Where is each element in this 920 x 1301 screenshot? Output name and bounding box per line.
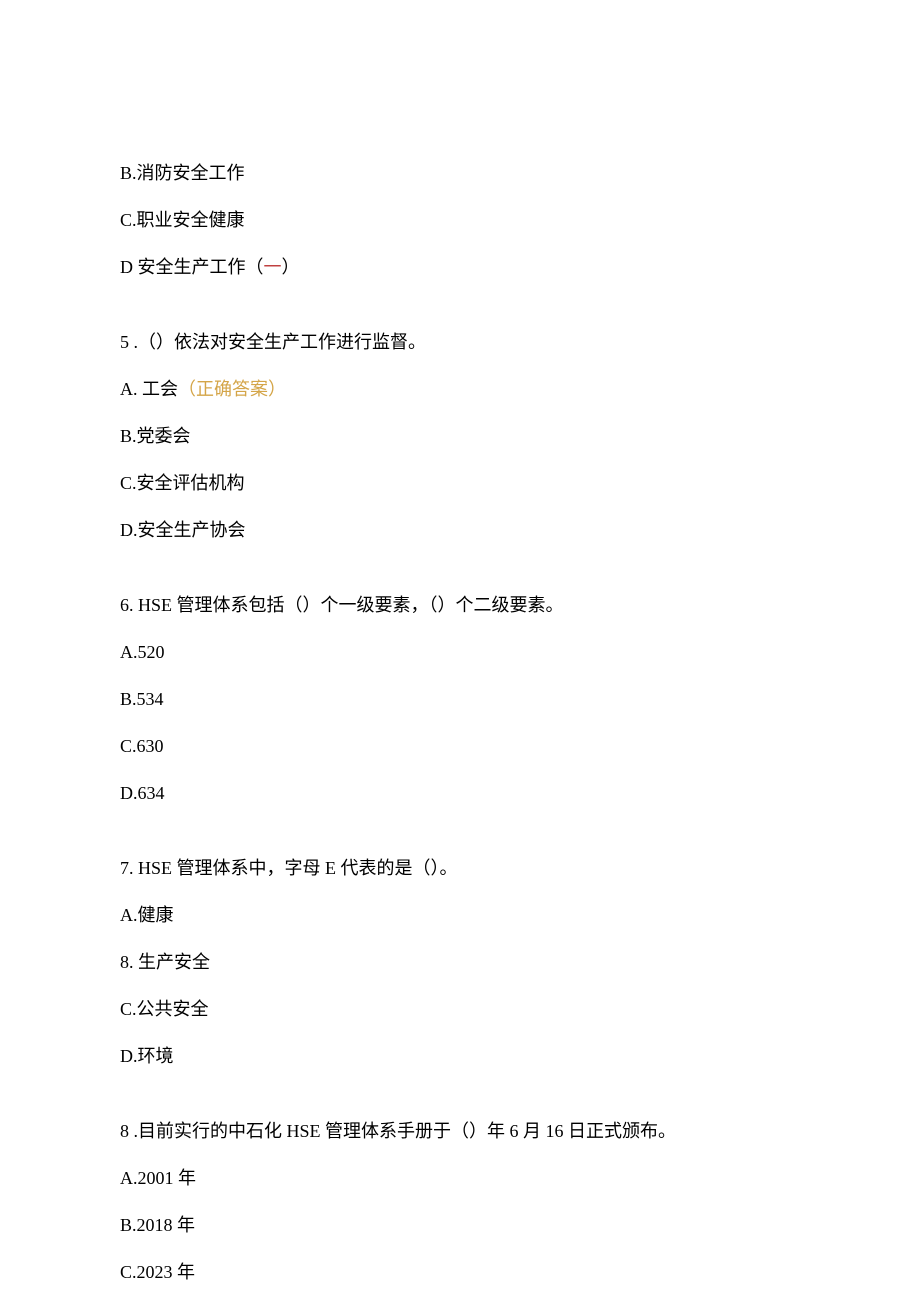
question-6-stem: 6. HSE 管理体系包括（）个一级要素，（）个二级要素。	[120, 592, 800, 619]
question-8-stem: 8 .目前实行的中石化 HSE 管理体系手册于（）年 6 月 16 日正式颁布。	[120, 1118, 800, 1145]
option-a: A. 工会（正确答案）	[120, 376, 800, 403]
option-c: C.630	[120, 733, 800, 760]
line-8: 8. 生产安全	[120, 949, 800, 976]
option-b: B.党委会	[120, 423, 800, 450]
question-5-stem: 5 .（）依法对安全生产工作进行监督。	[120, 329, 800, 356]
option-a-text: A. 工会	[120, 379, 178, 399]
option-b: B.2018 年	[120, 1212, 800, 1239]
question-7-stem: 7. HSE 管理体系中，字母 E 代表的是（）。	[120, 855, 800, 882]
option-b: B.534	[120, 686, 800, 713]
option-a: A.520	[120, 639, 800, 666]
option-a: A.2001 年	[120, 1165, 800, 1192]
option-a: A.健康	[120, 902, 800, 929]
option-d-prefix: D 安全生产工作（	[120, 257, 264, 277]
option-d: D.环境	[120, 1043, 800, 1070]
option-c: C.公共安全	[120, 996, 800, 1023]
option-c: C.职业安全健康	[120, 207, 800, 234]
option-d: D 安全生产工作（一）	[120, 254, 800, 281]
option-d-mark: 一	[264, 257, 282, 277]
option-b: B.消防安全工作	[120, 160, 800, 187]
option-d: D.安全生产协会	[120, 517, 800, 544]
correct-answer-label: （正确答案）	[178, 379, 286, 399]
option-c: C.2023 年	[120, 1259, 800, 1286]
option-c: C.安全评估机构	[120, 470, 800, 497]
option-d: D.634	[120, 780, 800, 807]
option-d-suffix: ）	[282, 257, 300, 277]
